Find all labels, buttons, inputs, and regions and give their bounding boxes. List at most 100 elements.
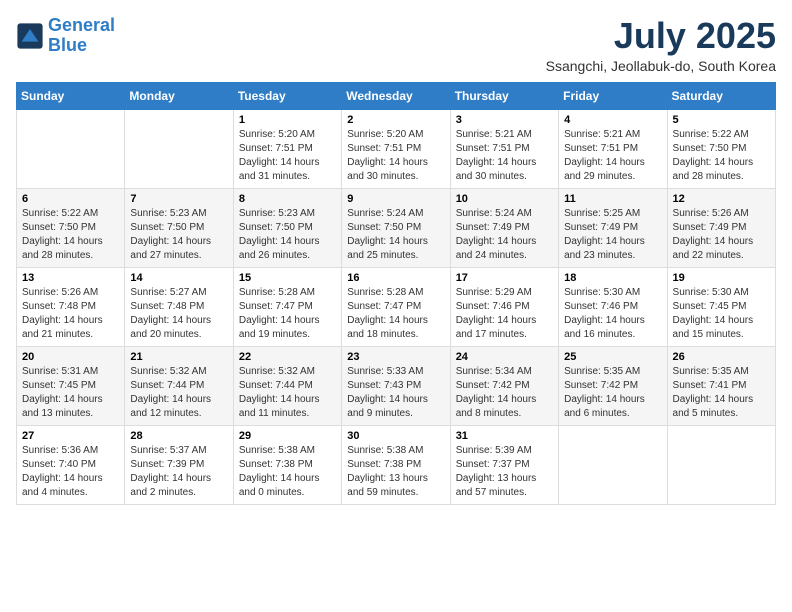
day-info: Sunrise: 5:34 AMSunset: 7:42 PMDaylight:… <box>456 365 553 421</box>
day-number: 19 <box>673 272 770 284</box>
page-header: General Blue July 2025 Ssangchi, Jeollab… <box>16 16 776 74</box>
day-number: 17 <box>456 272 553 284</box>
header-tuesday: Tuesday <box>233 82 341 109</box>
day-info: Sunrise: 5:37 AMSunset: 7:39 PMDaylight:… <box>130 444 227 500</box>
day-info: Sunrise: 5:20 AMSunset: 7:51 PMDaylight:… <box>239 128 336 184</box>
calendar-cell: 28 Sunrise: 5:37 AMSunset: 7:39 PMDayligh… <box>125 425 233 504</box>
header-thursday: Thursday <box>450 82 558 109</box>
calendar-cell: 26 Sunrise: 5:35 AMSunset: 7:41 PMDayligh… <box>667 346 775 425</box>
day-number: 22 <box>239 351 336 363</box>
day-number: 3 <box>456 114 553 126</box>
day-info: Sunrise: 5:32 AMSunset: 7:44 PMDaylight:… <box>239 365 336 421</box>
calendar-week-3: 13 Sunrise: 5:26 AMSunset: 7:48 PMDayligh… <box>17 267 776 346</box>
day-number: 4 <box>564 114 661 126</box>
day-info: Sunrise: 5:22 AMSunset: 7:50 PMDaylight:… <box>22 207 119 263</box>
day-info: Sunrise: 5:30 AMSunset: 7:46 PMDaylight:… <box>564 286 661 342</box>
day-number: 1 <box>239 114 336 126</box>
day-number: 20 <box>22 351 119 363</box>
day-number: 16 <box>347 272 444 284</box>
logo-icon <box>16 22 44 50</box>
logo-text: General Blue <box>48 16 115 56</box>
header-monday: Monday <box>125 82 233 109</box>
calendar-week-2: 6 Sunrise: 5:22 AMSunset: 7:50 PMDaylight… <box>17 188 776 267</box>
day-number: 18 <box>564 272 661 284</box>
calendar-week-1: 1 Sunrise: 5:20 AMSunset: 7:51 PMDaylight… <box>17 109 776 188</box>
day-info: Sunrise: 5:21 AMSunset: 7:51 PMDaylight:… <box>564 128 661 184</box>
calendar-cell: 22 Sunrise: 5:32 AMSunset: 7:44 PMDayligh… <box>233 346 341 425</box>
day-number: 10 <box>456 193 553 205</box>
day-number: 11 <box>564 193 661 205</box>
day-number: 5 <box>673 114 770 126</box>
calendar-cell: 23 Sunrise: 5:33 AMSunset: 7:43 PMDayligh… <box>342 346 450 425</box>
header-sunday: Sunday <box>17 82 125 109</box>
day-info: Sunrise: 5:29 AMSunset: 7:46 PMDaylight:… <box>456 286 553 342</box>
day-info: Sunrise: 5:26 AMSunset: 7:48 PMDaylight:… <box>22 286 119 342</box>
day-info: Sunrise: 5:24 AMSunset: 7:49 PMDaylight:… <box>456 207 553 263</box>
calendar-cell: 5 Sunrise: 5:22 AMSunset: 7:50 PMDaylight… <box>667 109 775 188</box>
calendar-cell: 8 Sunrise: 5:23 AMSunset: 7:50 PMDaylight… <box>233 188 341 267</box>
calendar-cell: 6 Sunrise: 5:22 AMSunset: 7:50 PMDaylight… <box>17 188 125 267</box>
calendar-cell: 2Sunrise: 5:20 AMSunset: 7:51 PMDaylight… <box>342 109 450 188</box>
calendar-cell <box>125 109 233 188</box>
day-number: 29 <box>239 430 336 442</box>
day-number: 9 <box>347 193 444 205</box>
day-info: Sunrise: 5:35 AMSunset: 7:41 PMDaylight:… <box>673 365 770 421</box>
day-info: Sunrise: 5:22 AMSunset: 7:50 PMDaylight:… <box>673 128 770 184</box>
calendar-cell <box>667 425 775 504</box>
calendar-week-4: 20 Sunrise: 5:31 AMSunset: 7:45 PMDayligh… <box>17 346 776 425</box>
day-number: 8 <box>239 193 336 205</box>
day-info: Sunrise: 5:33 AMSunset: 7:43 PMDaylight:… <box>347 365 444 421</box>
calendar-cell: 18 Sunrise: 5:30 AMSunset: 7:46 PMDayligh… <box>559 267 667 346</box>
day-info: Sunrise: 5:31 AMSunset: 7:45 PMDaylight:… <box>22 365 119 421</box>
calendar-cell: 13 Sunrise: 5:26 AMSunset: 7:48 PMDayligh… <box>17 267 125 346</box>
calendar-cell: 14Sunrise: 5:27 AMSunset: 7:48 PMDayligh… <box>125 267 233 346</box>
day-info: Sunrise: 5:25 AMSunset: 7:49 PMDaylight:… <box>564 207 661 263</box>
day-info: Sunrise: 5:30 AMSunset: 7:45 PMDaylight:… <box>673 286 770 342</box>
calendar-cell: 30 Sunrise: 5:38 AMSunset: 7:38 PMDayligh… <box>342 425 450 504</box>
day-number: 26 <box>673 351 770 363</box>
logo: General Blue <box>16 16 115 56</box>
day-info: Sunrise: 5:20 AMSunset: 7:51 PMDaylight:… <box>347 128 444 184</box>
day-number: 13 <box>22 272 119 284</box>
day-number: 14 <box>130 272 227 284</box>
calendar-cell: 9Sunrise: 5:24 AMSunset: 7:50 PMDaylight… <box>342 188 450 267</box>
calendar-cell: 11 Sunrise: 5:25 AMSunset: 7:49 PMDayligh… <box>559 188 667 267</box>
day-number: 28 <box>130 430 227 442</box>
location: Ssangchi, Jeollabuk-do, South Korea <box>546 58 776 74</box>
day-info: Sunrise: 5:23 AMSunset: 7:50 PMDaylight:… <box>239 207 336 263</box>
calendar-cell: 7Sunrise: 5:23 AMSunset: 7:50 PMDaylight… <box>125 188 233 267</box>
calendar-cell: 31Sunrise: 5:39 AMSunset: 7:37 PMDayligh… <box>450 425 558 504</box>
calendar-cell: 27Sunrise: 5:36 AMSunset: 7:40 PMDayligh… <box>17 425 125 504</box>
calendar-table: Sunday Monday Tuesday Wednesday Thursday… <box>16 82 776 505</box>
day-number: 12 <box>673 193 770 205</box>
calendar-cell: 10 Sunrise: 5:24 AMSunset: 7:49 PMDayligh… <box>450 188 558 267</box>
calendar-header-row: Sunday Monday Tuesday Wednesday Thursday… <box>17 82 776 109</box>
calendar-cell: 20 Sunrise: 5:31 AMSunset: 7:45 PMDayligh… <box>17 346 125 425</box>
day-number: 24 <box>456 351 553 363</box>
calendar-cell: 3Sunrise: 5:21 AMSunset: 7:51 PMDaylight… <box>450 109 558 188</box>
calendar-cell: 19 Sunrise: 5:30 AMSunset: 7:45 PMDayligh… <box>667 267 775 346</box>
calendar-cell: 25 Sunrise: 5:35 AMSunset: 7:42 PMDayligh… <box>559 346 667 425</box>
day-number: 6 <box>22 193 119 205</box>
day-info: Sunrise: 5:32 AMSunset: 7:44 PMDaylight:… <box>130 365 227 421</box>
day-info: Sunrise: 5:28 AMSunset: 7:47 PMDaylight:… <box>347 286 444 342</box>
day-number: 31 <box>456 430 553 442</box>
day-number: 27 <box>22 430 119 442</box>
day-number: 23 <box>347 351 444 363</box>
day-info: Sunrise: 5:23 AMSunset: 7:50 PMDaylight:… <box>130 207 227 263</box>
header-friday: Friday <box>559 82 667 109</box>
calendar-cell: 21Sunrise: 5:32 AMSunset: 7:44 PMDayligh… <box>125 346 233 425</box>
calendar-cell <box>17 109 125 188</box>
day-number: 30 <box>347 430 444 442</box>
day-info: Sunrise: 5:35 AMSunset: 7:42 PMDaylight:… <box>564 365 661 421</box>
day-info: Sunrise: 5:26 AMSunset: 7:49 PMDaylight:… <box>673 207 770 263</box>
title-block: July 2025 Ssangchi, Jeollabuk-do, South … <box>546 16 776 74</box>
day-number: 25 <box>564 351 661 363</box>
day-info: Sunrise: 5:38 AMSunset: 7:38 PMDaylight:… <box>239 444 336 500</box>
calendar-week-5: 27Sunrise: 5:36 AMSunset: 7:40 PMDayligh… <box>17 425 776 504</box>
calendar-cell: 1 Sunrise: 5:20 AMSunset: 7:51 PMDaylight… <box>233 109 341 188</box>
calendar-cell <box>559 425 667 504</box>
calendar-cell: 15Sunrise: 5:28 AMSunset: 7:47 PMDayligh… <box>233 267 341 346</box>
calendar-cell: 17 Sunrise: 5:29 AMSunset: 7:46 PMDayligh… <box>450 267 558 346</box>
day-info: Sunrise: 5:38 AMSunset: 7:38 PMDaylight:… <box>347 444 444 500</box>
